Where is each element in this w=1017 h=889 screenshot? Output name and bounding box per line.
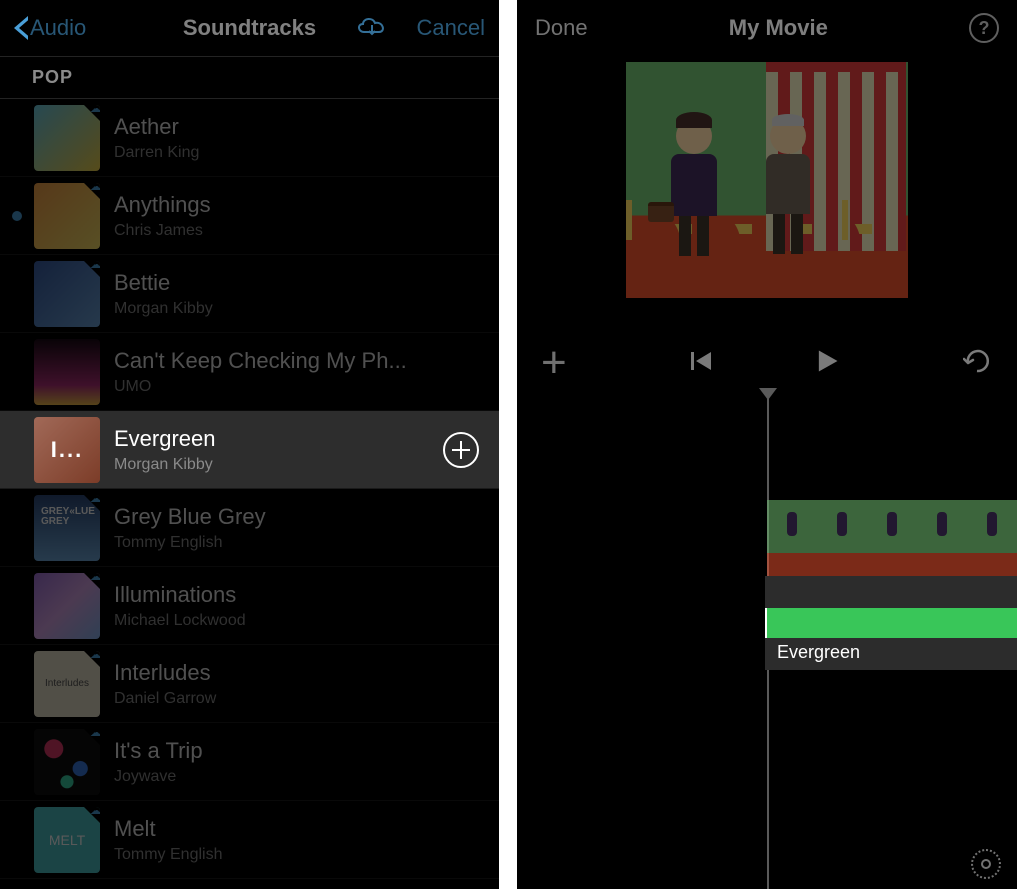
row-gutter	[0, 211, 34, 221]
track-artist: Tommy English	[114, 846, 479, 864]
track-title: Illuminations	[114, 582, 479, 608]
cancel-button[interactable]: Cancel	[417, 15, 485, 41]
pane-gap	[499, 0, 517, 889]
back-label: Audio	[30, 15, 86, 41]
track-title: Can't Keep Checking My Ph...	[114, 348, 479, 374]
gear-icon	[971, 849, 1001, 879]
track-meta: Anythings Chris James	[114, 192, 479, 240]
preview-frame	[626, 62, 908, 298]
track-row[interactable]: Grey Blue Grey Tommy English	[0, 489, 499, 567]
track-artist: Joywave	[114, 768, 479, 786]
add-track-button[interactable]	[443, 432, 479, 468]
track-title: Bettie	[114, 270, 479, 296]
track-meta: Can't Keep Checking My Ph... UMO	[114, 348, 479, 396]
track-artist: Morgan Kibby	[114, 300, 479, 318]
album-art[interactable]	[34, 183, 100, 249]
track-meta: Illuminations Michael Lockwood	[114, 582, 479, 630]
track-meta: Bettie Morgan Kibby	[114, 270, 479, 318]
track-row[interactable]: Illuminations Michael Lockwood	[0, 567, 499, 645]
back-button[interactable]: Audio	[14, 15, 86, 41]
track-meta: Interludes Daniel Garrow	[114, 660, 479, 708]
editor-header: Done My Movie ?	[517, 0, 1017, 56]
editor-pane: Done My Movie ? +	[517, 0, 1017, 889]
page-title: Soundtracks	[183, 15, 316, 41]
track-row[interactable]: It's a Trip Joywave	[0, 723, 499, 801]
track-row[interactable]: MELT Melt Tommy English	[0, 801, 499, 879]
album-art[interactable]	[34, 339, 100, 405]
cloud-download-badge-icon	[83, 573, 100, 590]
movie-title: My Movie	[729, 15, 828, 41]
track-meta: Melt Tommy English	[114, 816, 479, 864]
album-art[interactable]: Interludes	[34, 651, 100, 717]
album-art[interactable]: I...	[34, 417, 100, 483]
album-art[interactable]: MELT	[34, 807, 100, 873]
track-artist: Chris James	[114, 222, 479, 240]
undo-button[interactable]	[963, 349, 993, 378]
track-artist: Tommy English	[114, 534, 479, 552]
album-art[interactable]	[34, 729, 100, 795]
cloud-download-badge-icon	[83, 105, 100, 122]
cloud-download-badge-icon	[83, 495, 100, 512]
track-artist: Darren King	[114, 144, 479, 162]
track-row[interactable]: Can't Keep Checking My Ph... UMO	[0, 333, 499, 411]
help-button[interactable]: ?	[969, 13, 999, 43]
track-row[interactable]: Aether Darren King	[0, 99, 499, 177]
cloud-download-badge-icon	[83, 651, 100, 668]
download-all-cloud-icon[interactable]	[355, 14, 389, 43]
section-header-pop: POP	[0, 56, 499, 99]
editor-toolbar: +	[517, 336, 1017, 390]
now-playing-dot-icon	[12, 211, 22, 221]
track-artist: Morgan Kibby	[114, 456, 443, 474]
audio-track-background	[765, 576, 1017, 608]
timeline[interactable]: Evergreen	[517, 390, 1017, 889]
cloud-download-badge-icon	[83, 807, 100, 824]
soundtracks-pane: Audio Soundtracks Cancel POP Aether Darre…	[0, 0, 499, 889]
cloud-download-badge-icon	[83, 261, 100, 278]
skip-to-start-button[interactable]	[689, 349, 713, 378]
track-title: Interludes	[114, 660, 479, 686]
soundtracks-header: Audio Soundtracks Cancel	[0, 0, 499, 56]
cloud-download-badge-icon	[83, 183, 100, 200]
track-title: Grey Blue Grey	[114, 504, 479, 530]
track-meta: It's a Trip Joywave	[114, 738, 479, 786]
album-art[interactable]	[34, 573, 100, 639]
track-title: Aether	[114, 114, 479, 140]
chevron-left-icon	[14, 16, 28, 40]
video-preview[interactable]	[517, 56, 1017, 336]
cloud-download-badge-icon	[83, 729, 100, 746]
track-title: It's a Trip	[114, 738, 479, 764]
track-list: Aether Darren King Anythings Chris James Bet…	[0, 99, 499, 879]
track-artist: Daniel Garrow	[114, 690, 479, 708]
audio-clip-label[interactable]: Evergreen	[765, 638, 1017, 670]
project-settings-button[interactable]	[971, 849, 1001, 879]
audio-clip-waveform[interactable]	[765, 608, 1017, 638]
video-clip-strip[interactable]	[767, 500, 1017, 576]
album-art[interactable]	[34, 105, 100, 171]
track-row[interactable]: Bettie Morgan Kibby	[0, 255, 499, 333]
track-meta: Aether Darren King	[114, 114, 479, 162]
track-row[interactable]: Anythings Chris James	[0, 177, 499, 255]
album-art[interactable]	[34, 261, 100, 327]
done-button[interactable]: Done	[535, 15, 588, 41]
album-art[interactable]	[34, 495, 100, 561]
track-artist: UMO	[114, 378, 479, 396]
track-meta: Grey Blue Grey Tommy English	[114, 504, 479, 552]
play-button[interactable]	[813, 347, 841, 380]
track-meta: Evergreen Morgan Kibby	[114, 426, 443, 474]
track-title: Melt	[114, 816, 479, 842]
track-row[interactable]: Interludes Interludes Daniel Garrow	[0, 645, 499, 723]
track-title: Anythings	[114, 192, 479, 218]
pause-overlay-icon: I...	[34, 417, 100, 483]
track-title: Evergreen	[114, 426, 443, 452]
help-icon: ?	[979, 18, 990, 39]
track-artist: Michael Lockwood	[114, 612, 479, 630]
track-row[interactable]: I... Evergreen Morgan Kibby	[0, 411, 499, 489]
